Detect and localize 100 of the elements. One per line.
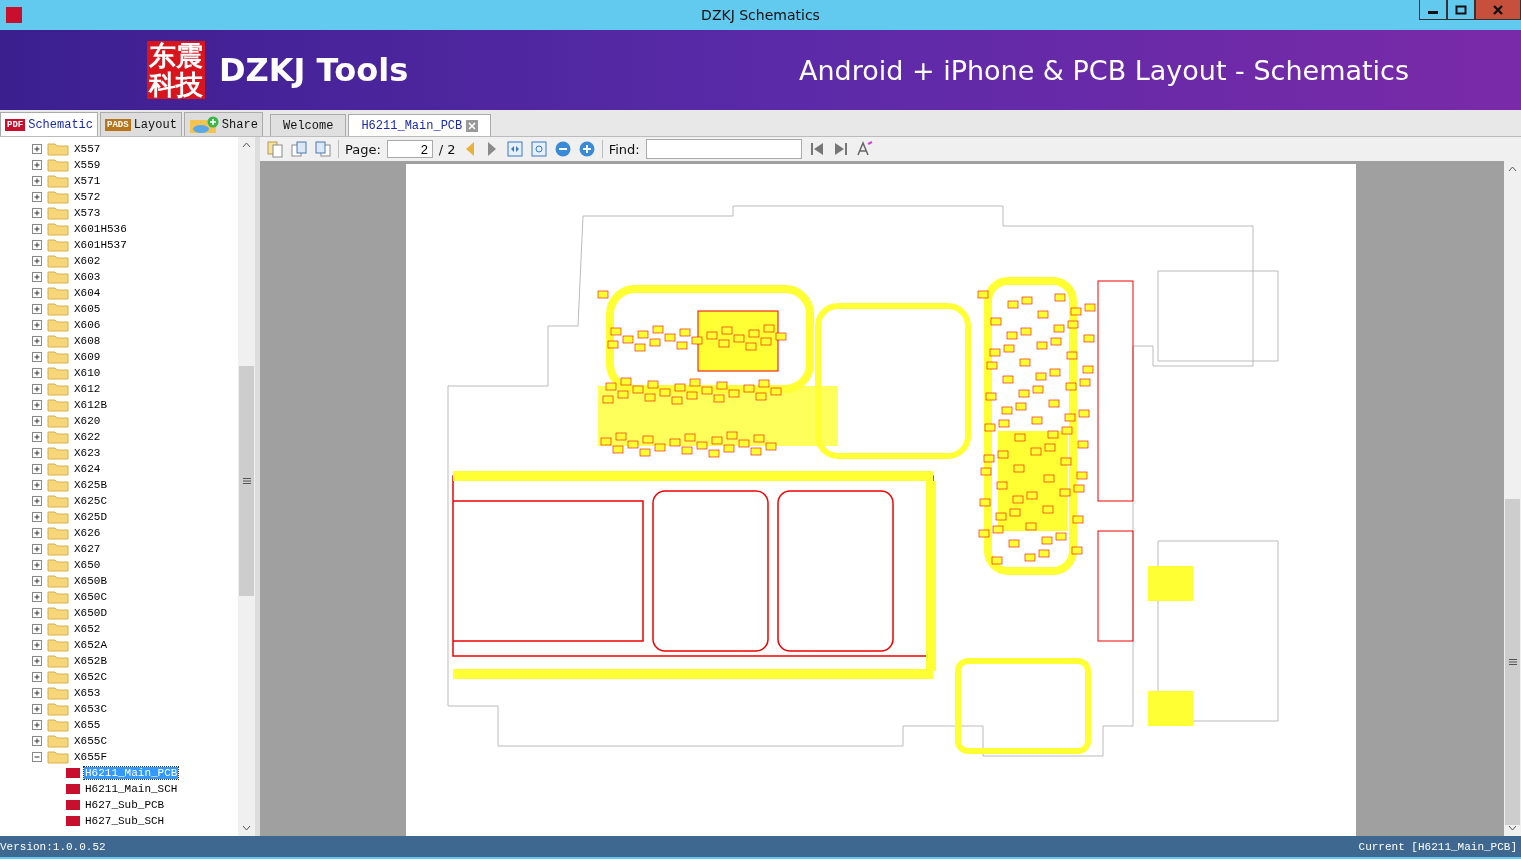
tree-item[interactable]: X557 bbox=[73, 143, 102, 155]
expand-icon[interactable] bbox=[32, 303, 43, 315]
expand-icon[interactable] bbox=[32, 255, 43, 267]
expand-icon[interactable] bbox=[32, 687, 43, 699]
expand-icon[interactable] bbox=[32, 703, 43, 715]
tree-item[interactable]: X623 bbox=[73, 447, 102, 459]
tree-item[interactable]: H627_Sub_SCH bbox=[84, 815, 166, 827]
collapse-icon[interactable] bbox=[32, 751, 43, 763]
tree-item[interactable]: X652A bbox=[73, 639, 108, 651]
expand-icon[interactable] bbox=[32, 447, 43, 459]
expand-icon[interactable] bbox=[32, 479, 43, 491]
scroll-up-icon[interactable] bbox=[242, 142, 251, 148]
close-button[interactable] bbox=[1475, 0, 1521, 20]
highlight-icon[interactable] bbox=[855, 140, 874, 158]
tree-item[interactable]: X606 bbox=[73, 319, 102, 331]
expand-icon[interactable] bbox=[32, 207, 43, 219]
expand-icon[interactable] bbox=[32, 287, 43, 299]
expand-icon[interactable] bbox=[32, 623, 43, 635]
scroll-up-icon[interactable] bbox=[1508, 166, 1517, 172]
tree-item[interactable]: X612B bbox=[73, 399, 108, 411]
scroll-down-icon[interactable] bbox=[242, 825, 251, 831]
tree-item[interactable]: X622 bbox=[73, 431, 102, 443]
expand-icon[interactable] bbox=[32, 607, 43, 619]
document-tab[interactable]: H6211_Main_PCB bbox=[348, 114, 492, 136]
side-tab[interactable]: PDF Schematic bbox=[0, 112, 98, 136]
expand-icon[interactable] bbox=[32, 527, 43, 539]
expand-icon[interactable] bbox=[32, 655, 43, 667]
tree-item[interactable]: X652B bbox=[73, 655, 108, 667]
tree-item[interactable]: X650B bbox=[73, 575, 108, 587]
scrollbar[interactable] bbox=[238, 137, 255, 836]
fit-width-icon[interactable] bbox=[505, 140, 524, 158]
expand-icon[interactable] bbox=[32, 399, 43, 411]
side-tab[interactable]: PADS Layout bbox=[100, 112, 182, 136]
tree-item[interactable]: X603 bbox=[73, 271, 102, 283]
minimize-button[interactable] bbox=[1419, 0, 1447, 20]
tree-item[interactable]: X601H537 bbox=[73, 239, 128, 251]
tree-item[interactable]: X650D bbox=[73, 607, 108, 619]
tree-item[interactable]: H6211_Main_SCH bbox=[84, 783, 179, 795]
tree-item[interactable]: X605 bbox=[73, 303, 102, 315]
expand-icon[interactable] bbox=[32, 495, 43, 507]
tree-item[interactable]: X627 bbox=[73, 543, 102, 555]
expand-icon[interactable] bbox=[32, 383, 43, 395]
tree-item[interactable]: X612 bbox=[73, 383, 102, 395]
fit-page-icon[interactable] bbox=[529, 140, 548, 158]
tree-item[interactable]: X625B bbox=[73, 479, 108, 491]
expand-icon[interactable] bbox=[32, 735, 43, 747]
expand-icon[interactable] bbox=[32, 351, 43, 363]
expand-icon[interactable] bbox=[32, 191, 43, 203]
tree-item[interactable]: X573 bbox=[73, 207, 102, 219]
expand-icon[interactable] bbox=[32, 671, 43, 683]
expand-icon[interactable] bbox=[32, 639, 43, 651]
tree-item[interactable]: X653 bbox=[73, 687, 102, 699]
scrollbar[interactable] bbox=[1504, 161, 1521, 836]
expand-icon[interactable] bbox=[32, 559, 43, 571]
rotate-left-icon[interactable] bbox=[314, 140, 332, 158]
expand-icon[interactable] bbox=[32, 511, 43, 523]
tree-item[interactable]: X609 bbox=[73, 351, 102, 363]
tree-item[interactable]: X652 bbox=[73, 623, 102, 635]
expand-icon[interactable] bbox=[32, 575, 43, 587]
side-tab[interactable]: Share bbox=[183, 112, 263, 136]
tree-item[interactable]: X652C bbox=[73, 671, 108, 683]
zoom-out-icon[interactable] bbox=[553, 140, 572, 158]
expand-icon[interactable] bbox=[32, 239, 43, 251]
page-field[interactable]: 2 bbox=[386, 140, 433, 158]
tree-item[interactable]: X650 bbox=[73, 559, 102, 571]
expand-icon[interactable] bbox=[32, 159, 43, 171]
tree-item[interactable]: X625D bbox=[73, 511, 108, 523]
tree-item[interactable]: X572 bbox=[73, 191, 102, 203]
close-icon[interactable] bbox=[466, 119, 479, 132]
expand-icon[interactable] bbox=[32, 367, 43, 379]
expand-icon[interactable] bbox=[32, 175, 43, 187]
expand-icon[interactable] bbox=[32, 415, 43, 427]
expand-icon[interactable] bbox=[32, 463, 43, 475]
zoom-in-icon[interactable] bbox=[577, 140, 596, 158]
tree-item[interactable]: X610 bbox=[73, 367, 102, 379]
tree-item[interactable]: X571 bbox=[73, 175, 102, 187]
expand-icon[interactable] bbox=[32, 319, 43, 331]
tree-item[interactable]: X653C bbox=[73, 703, 108, 715]
tree-item[interactable]: X559 bbox=[73, 159, 102, 171]
expand-icon[interactable] bbox=[32, 335, 43, 347]
tree-item[interactable]: X625C bbox=[73, 495, 108, 507]
tree-item[interactable]: X601H536 bbox=[73, 223, 128, 235]
expand-icon[interactable] bbox=[32, 719, 43, 731]
tree-item[interactable]: X602 bbox=[73, 255, 102, 267]
tree-item[interactable]: X604 bbox=[73, 287, 102, 299]
expand-icon[interactable] bbox=[32, 143, 43, 155]
scroll-down-icon[interactable] bbox=[1508, 825, 1517, 831]
tree-item[interactable]: X624 bbox=[73, 463, 102, 475]
rotate-right-icon[interactable] bbox=[290, 140, 308, 158]
maximize-button[interactable] bbox=[1447, 0, 1475, 20]
tree-item[interactable]: X655C bbox=[73, 735, 108, 747]
tree-item[interactable]: X650C bbox=[73, 591, 108, 603]
expand-icon[interactable] bbox=[32, 271, 43, 283]
expand-icon[interactable] bbox=[32, 431, 43, 443]
tree-item[interactable]: X626 bbox=[73, 527, 102, 539]
document-tab[interactable]: Welcome bbox=[270, 114, 347, 136]
tree-item[interactable]: X655F bbox=[73, 751, 108, 763]
expand-icon[interactable] bbox=[32, 591, 43, 603]
find-field[interactable] bbox=[645, 139, 802, 159]
tree-item[interactable]: H627_Sub_PCB bbox=[84, 799, 166, 811]
